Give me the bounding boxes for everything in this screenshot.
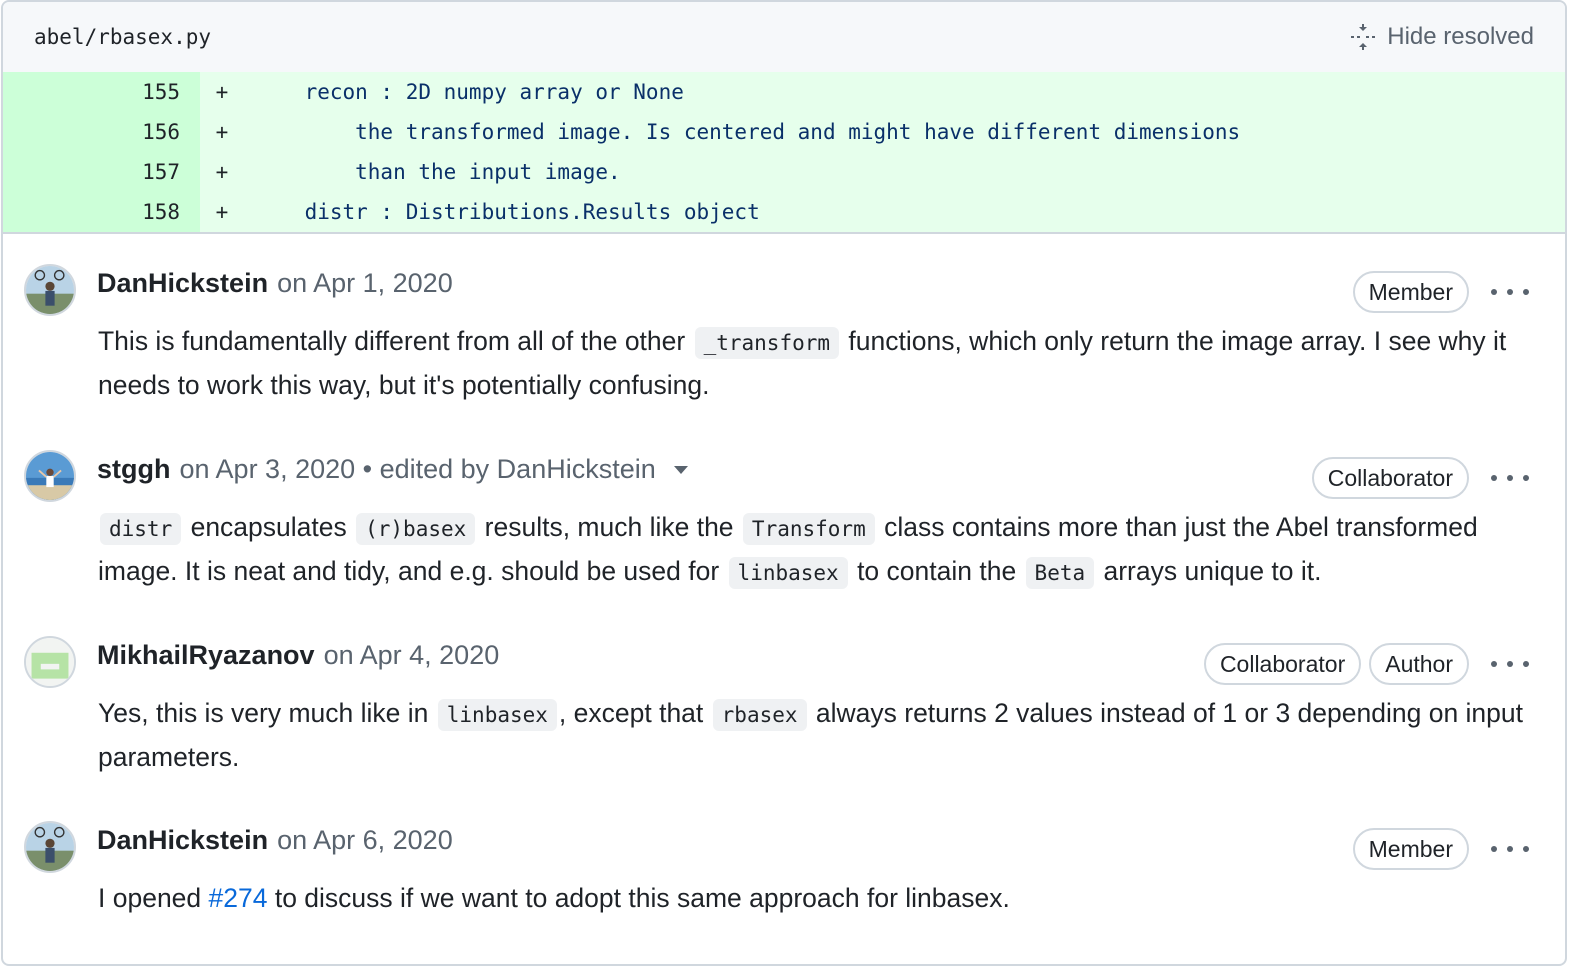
line-number[interactable]: 157	[3, 152, 200, 192]
inline-code: rbasex	[712, 699, 807, 731]
code-line: distr : Distributions.Results object	[254, 200, 760, 224]
role-badge: Member	[1352, 828, 1469, 870]
avatar-stggh-icon	[26, 452, 74, 500]
comment-date[interactable]: on Apr 4, 2020	[324, 640, 500, 671]
more-options-icon[interactable]	[1491, 839, 1529, 859]
comment-text: arrays unique to it.	[1096, 556, 1322, 586]
comment-body: distr encapsulates (r)basex results, muc…	[98, 506, 1538, 594]
review-thread: abel/rbasex.py Hide resolved 155 + recon…	[1, 0, 1567, 966]
line-number[interactable]: 158	[3, 192, 200, 232]
comment-text: results, much like the	[477, 512, 741, 542]
diff-line: 157 + than the input image.	[3, 152, 1565, 192]
issue-link[interactable]: #274	[209, 883, 268, 913]
role-badge: Collaborator	[1203, 643, 1362, 685]
avatar[interactable]	[24, 450, 76, 502]
fold-icon	[1351, 24, 1376, 50]
line-number[interactable]: 156	[3, 112, 200, 152]
avatar-danhickstein-icon	[26, 266, 74, 314]
comment-text: , except that	[558, 698, 711, 728]
diff-sign: +	[215, 200, 229, 224]
avatar-mikhailryazanov-icon	[26, 638, 74, 686]
comment-text: to contain the	[849, 556, 1024, 586]
diff-line: 155 + recon : 2D numpy array or None	[3, 72, 1565, 112]
more-options-icon[interactable]	[1491, 654, 1529, 674]
comment-text: I opened	[98, 883, 209, 913]
avatar-danhickstein-icon	[26, 823, 74, 871]
comment-body: Yes, this is very much like in linbasex,…	[98, 692, 1538, 778]
role-badge: Collaborator	[1311, 457, 1469, 499]
avatar[interactable]	[24, 636, 76, 688]
comment-text: encapsulates	[183, 512, 355, 542]
author-name[interactable]: DanHickstein	[97, 825, 268, 856]
inline-code: Beta	[1025, 557, 1095, 589]
inline-code: distr	[100, 513, 182, 545]
role-badge: Author	[1369, 643, 1469, 685]
file-path[interactable]: abel/rbasex.py	[34, 25, 211, 49]
comment-text: Yes, this is very much like in	[98, 698, 436, 728]
diff-line: 156 + the transformed image. Is centered…	[3, 112, 1565, 152]
comment-body: This is fundamentally different from all…	[98, 320, 1538, 406]
badge-group: Collaborator	[1311, 457, 1469, 499]
hide-resolved-button[interactable]: Hide resolved	[1349, 22, 1534, 52]
diff-sign: +	[215, 120, 229, 144]
avatar[interactable]	[24, 821, 76, 873]
badge-group: Member	[1352, 828, 1469, 870]
comment-header: DanHickstein on Apr 6, 2020	[97, 825, 453, 856]
inline-code: linbasex	[728, 557, 848, 589]
comment-text: This is fundamentally different from all…	[98, 326, 693, 356]
comment-date[interactable]: on Apr 1, 2020	[277, 268, 453, 299]
comment-header: stggh on Apr 3, 2020 • edited by DanHick…	[97, 454, 688, 485]
badge-group: Member	[1352, 271, 1469, 313]
comment-date[interactable]: on Apr 6, 2020	[277, 825, 453, 856]
author-name[interactable]: DanHickstein	[97, 268, 268, 299]
role-badge: Member	[1352, 271, 1469, 313]
inline-code: _transform	[694, 327, 840, 359]
code-line: the transformed image. Is centered and m…	[254, 120, 1241, 144]
more-options-icon[interactable]	[1491, 468, 1529, 488]
comment-header: MikhailRyazanov on Apr 4, 2020	[97, 640, 499, 671]
comment-date[interactable]: on Apr 3, 2020 • edited by DanHickstein	[180, 454, 656, 485]
inline-code: Transform	[742, 513, 875, 545]
diff-sign: +	[215, 160, 229, 184]
hide-resolved-label: Hide resolved	[1387, 23, 1534, 50]
line-number[interactable]: 155	[3, 72, 200, 112]
inline-code: (r)basex	[356, 513, 476, 545]
diff-hunk: 155 + recon : 2D numpy array or None 156…	[3, 72, 1565, 234]
file-header: abel/rbasex.py Hide resolved	[3, 2, 1565, 72]
edit-history-chevron-down-icon[interactable]	[673, 466, 688, 474]
diff-line: 158 + distr : Distributions.Results obje…	[3, 192, 1565, 232]
inline-code: linbasex	[437, 699, 557, 731]
author-name[interactable]: stggh	[97, 454, 171, 485]
badge-group: Collaborator Author	[1203, 643, 1469, 685]
comment-header: DanHickstein on Apr 1, 2020	[97, 268, 453, 299]
author-name[interactable]: MikhailRyazanov	[97, 640, 315, 671]
comment-body: I opened #274 to discuss if we want to a…	[98, 877, 1538, 919]
code-line: than the input image.	[254, 160, 621, 184]
avatar[interactable]	[24, 264, 76, 316]
diff-sign: +	[215, 80, 229, 104]
more-options-icon[interactable]	[1491, 282, 1529, 302]
code-line: recon : 2D numpy array or None	[254, 80, 684, 104]
comment-text: to discuss if we want to adopt this same…	[267, 883, 1010, 913]
